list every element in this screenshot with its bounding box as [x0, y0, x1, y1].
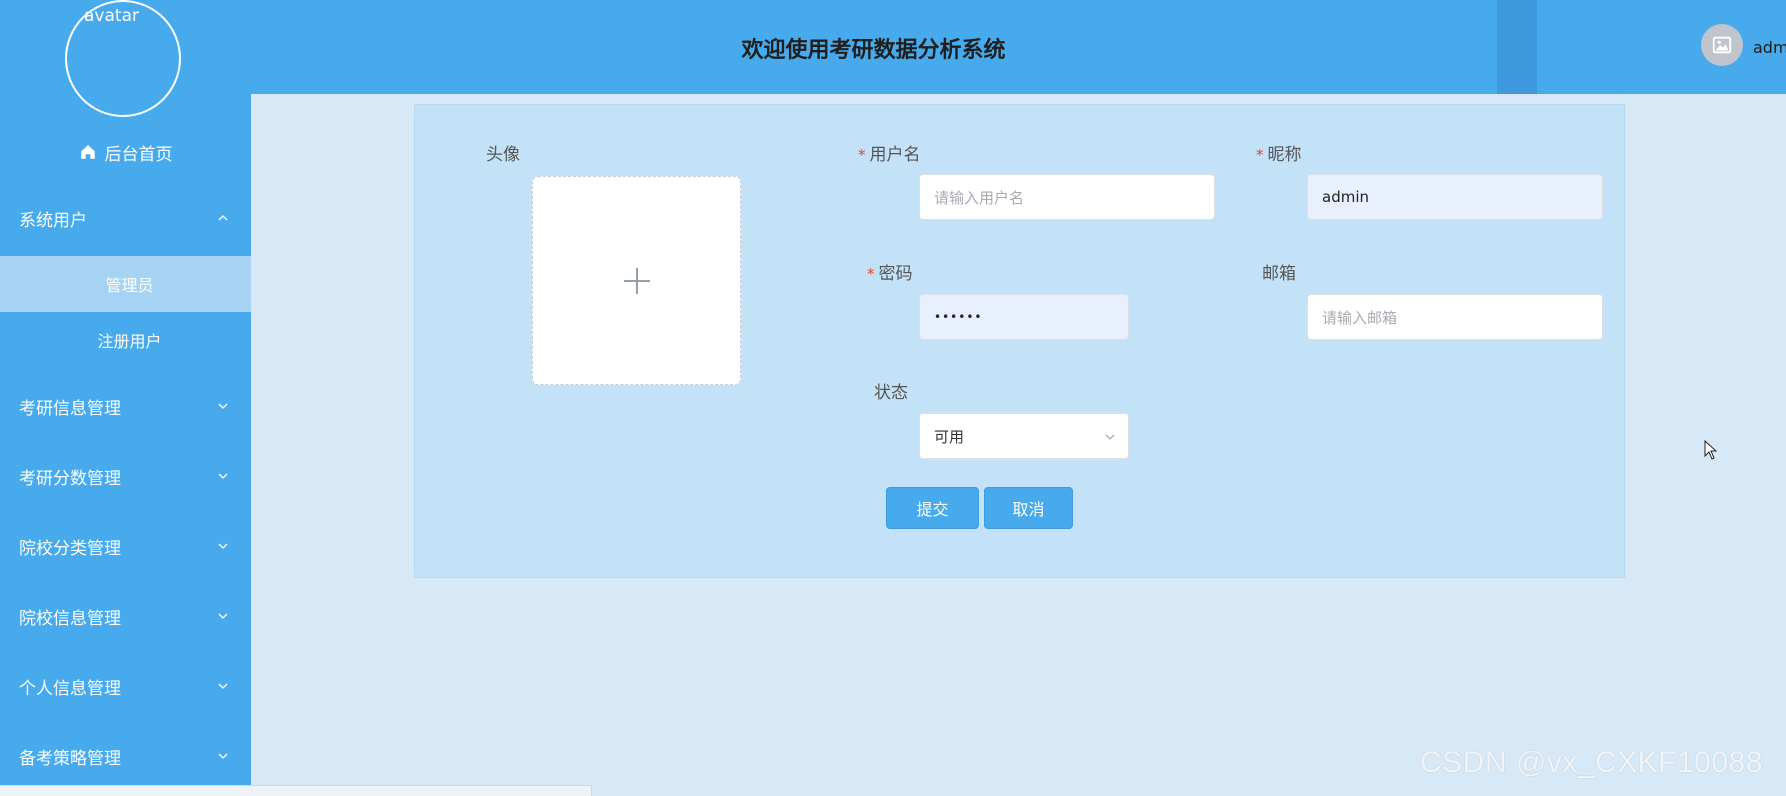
avatar-upload[interactable] — [532, 176, 741, 385]
sidebar-group-label: 个人信息管理 — [19, 678, 121, 699]
sidebar-item-label: 注册用户 — [97, 332, 162, 351]
top-header: 欢迎使用考研数据分析系统 admin — [251, 0, 1786, 94]
sidebar-group-label: 考研信息管理 — [19, 398, 121, 419]
sidebar-group-label: 系统用户 — [19, 210, 87, 231]
required-mark: * — [867, 265, 875, 283]
chevron-down-icon — [218, 753, 228, 759]
sidebar-group-label: 院校信息管理 — [19, 608, 121, 629]
chevron-down-icon — [218, 683, 228, 689]
sidebar-item-home[interactable]: 后台首页 — [0, 138, 251, 166]
nickname-label: * 昵称 — [1256, 145, 1302, 165]
email-placeholder: 请输入邮箱 — [1322, 308, 1398, 327]
browser-status-bar — [0, 785, 592, 796]
header-divider-strip — [1497, 0, 1537, 94]
home-icon — [80, 145, 95, 159]
submit-button[interactable]: 提交 — [886, 487, 979, 529]
sidebar-group-label: 备考策略管理 — [19, 748, 121, 769]
status-select[interactable]: 可用 — [919, 413, 1129, 459]
chevron-up-icon — [218, 215, 228, 221]
sidebar-group-label: 院校分类管理 — [19, 538, 121, 559]
sidebar: avatar 后台首页 系统用户 管理员 注册用户 考研信息管理 考研分数管理 … — [0, 0, 251, 796]
sidebar-group-exam-info[interactable]: 考研信息管理 — [0, 381, 251, 431]
password-value: •••••• — [934, 310, 983, 324]
status-selected-value: 可用 — [934, 427, 965, 446]
sidebar-group-exam-scores[interactable]: 考研分数管理 — [0, 451, 251, 501]
username-placeholder: 请输入用户名 — [934, 188, 1025, 207]
required-mark: * — [858, 146, 866, 164]
user-name[interactable]: admin — [1753, 38, 1786, 57]
avatar-field-label: 头像 — [486, 145, 520, 165]
sidebar-item-admin[interactable]: 管理员 — [0, 256, 251, 312]
avatar-alt-text: avatar — [84, 6, 139, 26]
email-input[interactable]: 请输入邮箱 — [1307, 294, 1603, 340]
sidebar-item-label: 后台首页 — [104, 144, 173, 165]
sidebar-group-study-strategy[interactable]: 备考策略管理 — [0, 731, 251, 781]
sidebar-group-school-category[interactable]: 院校分类管理 — [0, 521, 251, 571]
password-label: * 密码 — [867, 264, 913, 284]
email-label: 邮箱 — [1262, 264, 1296, 284]
sidebar-group-personal-info[interactable]: 个人信息管理 — [0, 661, 251, 711]
nickname-input[interactable]: admin — [1307, 174, 1603, 220]
chevron-down-icon — [218, 473, 228, 479]
username-input[interactable]: 请输入用户名 — [919, 174, 1215, 220]
password-input[interactable]: •••••• — [919, 294, 1129, 340]
chevron-down-icon — [218, 403, 228, 409]
chevron-down-icon — [1105, 434, 1115, 440]
sidebar-item-label: 管理员 — [105, 276, 154, 295]
username-label: * 用户名 — [858, 145, 921, 165]
mouse-cursor-icon — [1704, 440, 1717, 460]
plus-icon — [623, 267, 650, 294]
sidebar-group-label: 考研分数管理 — [19, 468, 121, 489]
sidebar-item-registered-users[interactable]: 注册用户 — [0, 312, 251, 368]
chevron-down-icon — [218, 613, 228, 619]
user-avatar[interactable] — [1701, 24, 1743, 66]
sidebar-group-system-users[interactable]: 系统用户 — [0, 193, 251, 243]
watermark: CSDN @vx_CXKF10088 — [1420, 746, 1763, 779]
cancel-button[interactable]: 取消 — [984, 487, 1073, 529]
nickname-value: admin — [1322, 188, 1369, 206]
status-label: 状态 — [874, 383, 908, 403]
sidebar-group-school-info[interactable]: 院校信息管理 — [0, 591, 251, 641]
page-title: 欢迎使用考研数据分析系统 — [741, 38, 1006, 63]
chevron-down-icon — [218, 543, 228, 549]
image-placeholder-icon — [1712, 36, 1732, 54]
required-mark: * — [1256, 146, 1264, 164]
